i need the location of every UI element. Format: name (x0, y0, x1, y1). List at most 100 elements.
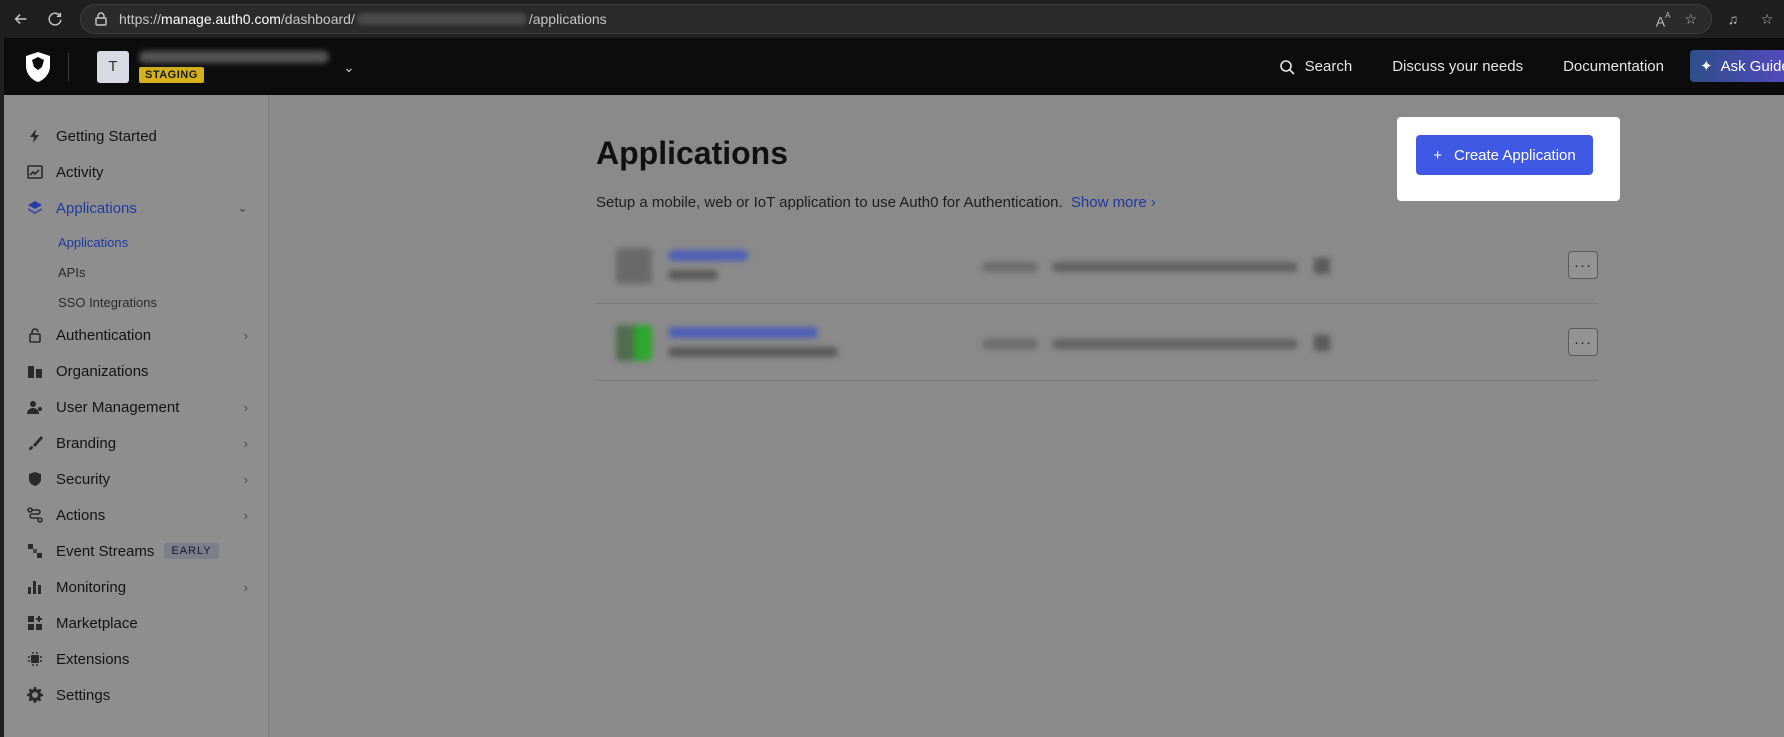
chevron-down-icon[interactable]: ⌄ (237, 200, 248, 216)
show-more-label: Show more (1070, 194, 1147, 211)
chip-icon (26, 650, 44, 668)
show-more-link[interactable]: Show more › (1071, 194, 1156, 211)
tenant-avatar[interactable]: T (97, 50, 129, 83)
plus-icon: + (1433, 146, 1442, 164)
page-title: Applications (596, 135, 789, 171)
chevron-right-icon[interactable]: › (244, 472, 248, 487)
sidebar-item-security[interactable]: Security › (26, 467, 248, 491)
sidebar-item-settings[interactable]: Settings (26, 683, 248, 707)
sidebar-item-label: Marketplace (56, 614, 138, 632)
sidebar-subitem-sso-integrations[interactable]: SSO Integrations (58, 295, 157, 310)
sidebar-subitem-applications[interactable]: Applications (58, 235, 128, 250)
bar-chart-icon (26, 578, 44, 596)
gear-icon (26, 686, 44, 704)
search-button[interactable]: Search (1279, 58, 1352, 75)
brush-icon (26, 434, 44, 452)
address-bar[interactable]: https://manage.auth0.com/dashboard//appl… (80, 4, 1712, 34)
sidebar-item-user-management[interactable]: User Management › (26, 395, 248, 419)
shield-icon (26, 470, 44, 488)
sidebar-item-label: Authentication (56, 326, 152, 344)
early-badge: EARLY (164, 543, 219, 559)
sidebar-item-applications[interactable]: Applications ⌄ (26, 196, 248, 220)
lock-icon (95, 12, 107, 26)
sidebar-item-organizations[interactable]: Organizations (26, 359, 248, 383)
sidebar-item-label: Getting Started (56, 127, 157, 145)
page-description: Setup a mobile, web or IoT application t… (596, 194, 1156, 211)
lock-icon (26, 326, 44, 344)
sidebar-item-monitoring[interactable]: Monitoring › (26, 575, 248, 599)
row-menu-button[interactable]: ··· (1568, 251, 1598, 279)
sidebar-item-label: Organizations (56, 362, 149, 380)
chevron-right-icon[interactable]: › (244, 400, 248, 415)
sidebar-item-label: Extensions (56, 650, 130, 668)
chevron-right-icon[interactable]: › (244, 508, 248, 523)
chevron-right-icon[interactable]: › (244, 328, 248, 343)
app-logo (616, 248, 652, 284)
documentation-link[interactable]: Documentation (1563, 58, 1664, 75)
tenant-switcher[interactable]: STAGING (139, 50, 329, 83)
copy-icon (1314, 258, 1330, 274)
app-header: T STAGING ⌄ Search Discuss your needs Do… (4, 38, 1784, 95)
sidebar-item-label: Branding (56, 434, 117, 452)
chevron-right-icon: › (1150, 194, 1156, 211)
flow-icon (26, 506, 44, 524)
header-divider (68, 52, 69, 81)
favorites-icon[interactable]: ☆ (1758, 10, 1776, 28)
auth0-logo-icon[interactable] (24, 51, 52, 83)
create-application-button[interactable]: + Create Application (1416, 135, 1593, 175)
sidebar-item-marketplace[interactable]: Marketplace (26, 611, 248, 635)
chevron-right-icon[interactable]: › (244, 436, 248, 451)
star-icon[interactable]: ☆ (1684, 11, 1697, 30)
chart-line-icon (26, 163, 44, 181)
sidebar-item-label: Event Streams (56, 542, 155, 560)
redacted-row-content (596, 228, 1458, 304)
sidebar-item-label: Activity (56, 163, 104, 181)
sidebar-item-label: Monitoring (56, 578, 127, 596)
sidebar-item-branding[interactable]: Branding › (26, 431, 248, 455)
extensions-icon[interactable]: ♫ (1724, 10, 1742, 28)
chevron-down-icon[interactable]: ⌄ (343, 59, 355, 76)
app-logo (616, 325, 652, 361)
table-row[interactable]: ··· (596, 228, 1598, 304)
sidebar-item-actions[interactable]: Actions › (26, 503, 248, 527)
environment-badge: STAGING (139, 66, 204, 83)
sidebar-item-extensions[interactable]: Extensions (26, 647, 248, 671)
sidebar-item-label: Settings (56, 686, 111, 704)
table-row[interactable]: ··· (596, 305, 1598, 381)
sidebar-subitem-apis[interactable]: APIs (58, 265, 85, 280)
sidebar-item-authentication[interactable]: Authentication › (26, 323, 248, 347)
sidebar-item-getting-started[interactable]: Getting Started (26, 124, 248, 148)
redacted-client-id-label (982, 339, 1038, 349)
bolt-icon (26, 127, 44, 145)
layers-icon (26, 199, 44, 217)
sidebar-item-label: Actions (56, 506, 106, 524)
ask-guide-button[interactable]: ✦ Ask Guide (1690, 50, 1784, 82)
description-text: Setup a mobile, web or IoT application t… (596, 194, 1063, 211)
redacted-client-id-label (982, 262, 1038, 272)
sidebar-item-event-streams[interactable]: Event Streams EARLY (26, 539, 248, 563)
redacted-client-id (1052, 262, 1298, 272)
copy-icon (1314, 335, 1330, 351)
sidebar-item-activity[interactable]: Activity (26, 160, 248, 184)
redacted-row-content (596, 305, 1458, 381)
sparkle-icon: ✦ (1700, 58, 1713, 75)
sidebar-item-label: Security (56, 470, 111, 488)
redacted-tenant (356, 13, 527, 25)
sidebar-item-label: Applications (56, 199, 137, 217)
building-icon (26, 362, 44, 380)
chevron-right-icon[interactable]: › (244, 580, 248, 595)
back-icon[interactable] (8, 6, 34, 32)
url-text: https://manage.auth0.com/dashboard//appl… (119, 11, 607, 27)
create-application-label: Create Application (1454, 146, 1576, 164)
ask-guide-label: Ask Guide (1720, 57, 1784, 75)
row-menu-button[interactable]: ··· (1568, 328, 1598, 356)
user-icon (26, 398, 44, 416)
read-aloud-icon[interactable]: Aᴬ (1656, 11, 1671, 30)
redacted-app-type (668, 270, 718, 280)
app-body: Getting Started Activity Applications ⌄ … (4, 95, 1784, 737)
redacted-tenant-name (139, 50, 329, 63)
stream-icon (26, 542, 44, 560)
refresh-icon[interactable] (42, 6, 68, 32)
redacted-client-id (1052, 339, 1298, 349)
discuss-needs-link[interactable]: Discuss your needs (1392, 58, 1523, 75)
